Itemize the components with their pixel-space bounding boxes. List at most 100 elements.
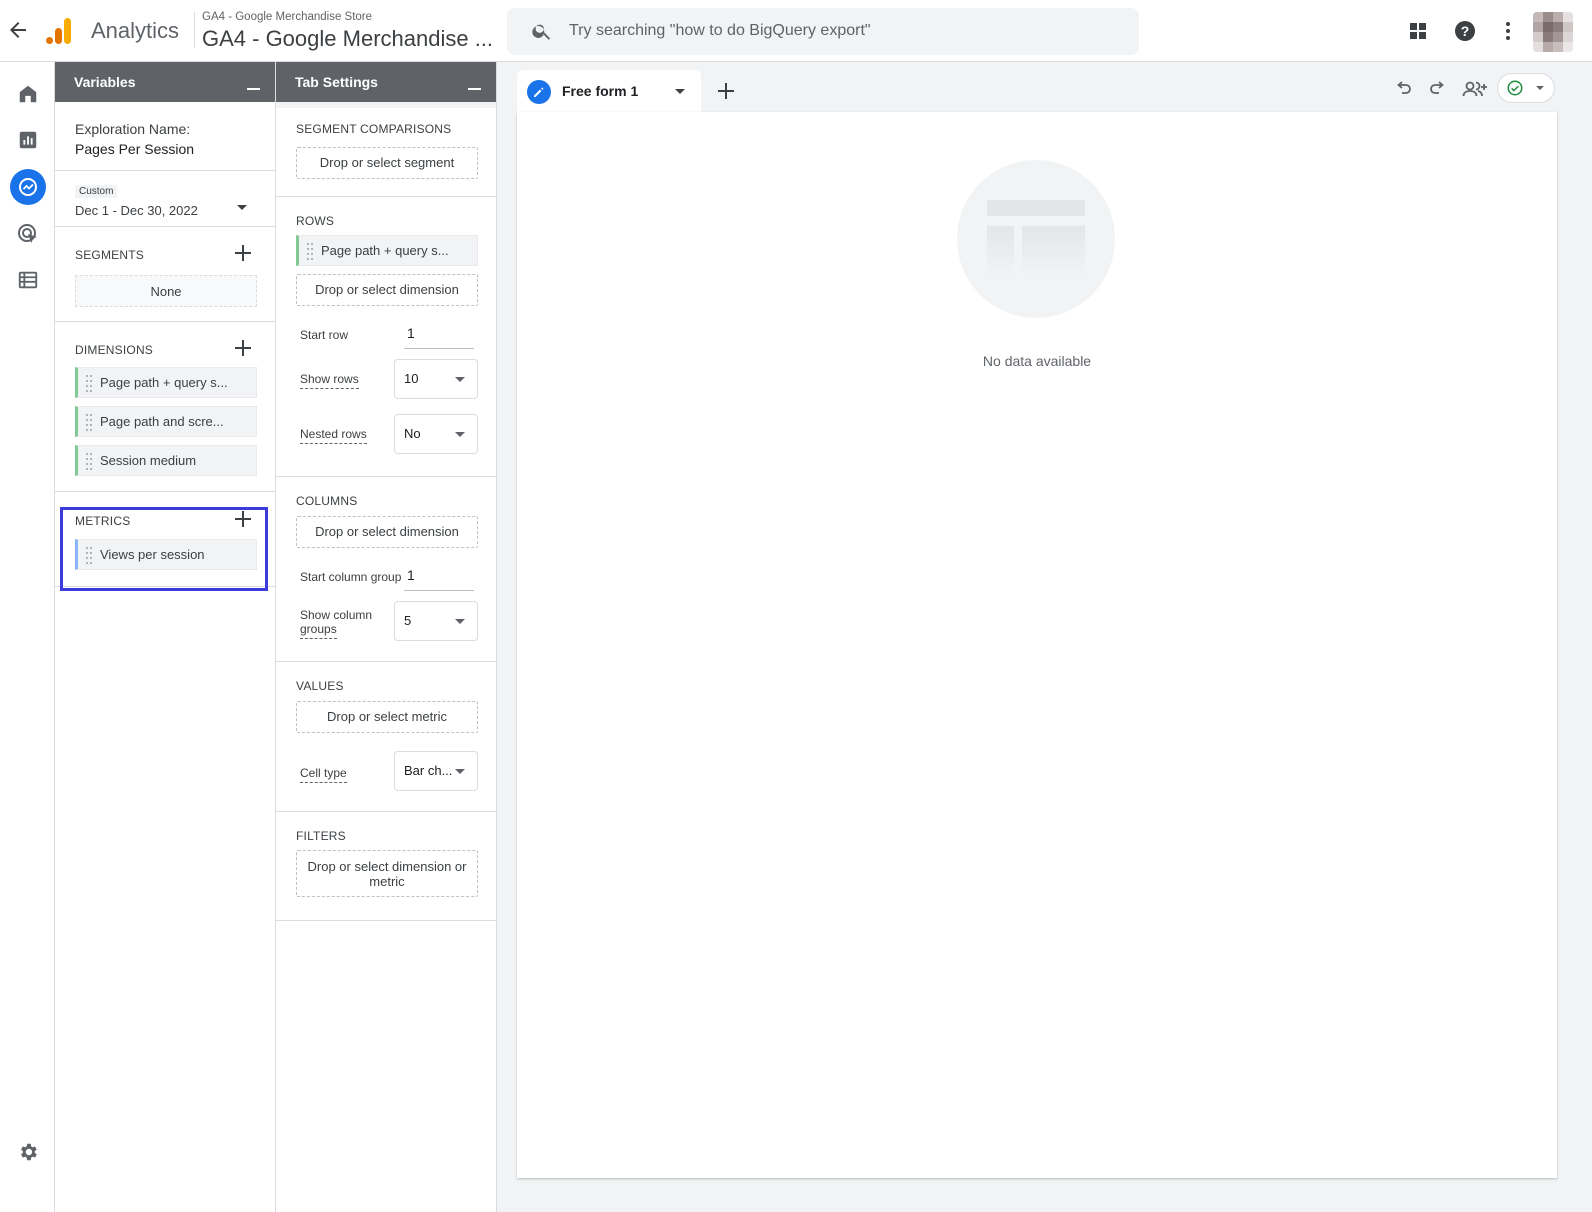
header-divider <box>194 12 195 48</box>
metrics-highlight-box <box>60 507 268 591</box>
chevron-down-icon[interactable] <box>675 89 685 94</box>
add-tab-button[interactable] <box>702 70 750 112</box>
cell-type-select[interactable]: Bar ch... <box>394 751 478 791</box>
dimension-label: Page path + query s... <box>100 375 228 390</box>
search-bar[interactable] <box>507 8 1139 55</box>
tab-settings-title: Tab Settings <box>295 74 378 90</box>
dimension-chip[interactable]: Page path + query s... <box>75 367 257 398</box>
values-label: VALUES <box>296 679 344 693</box>
dimension-label: Page path and scre... <box>100 414 224 429</box>
plus-icon <box>718 83 734 99</box>
pencil-icon <box>527 80 551 104</box>
start-row-input[interactable]: 1 <box>404 321 474 349</box>
add-segment-button[interactable] <box>235 245 251 261</box>
segment-drop-zone[interactable]: Drop or select segment <box>296 147 478 179</box>
filters-section: FILTERS Drop or select dimension or metr… <box>276 812 496 921</box>
rows-drop-zone[interactable]: Drop or select dimension <box>296 274 478 306</box>
tab-free-form-1[interactable]: Free form 1 <box>517 70 701 112</box>
back-arrow-icon[interactable] <box>6 18 30 42</box>
collapse-variables-button[interactable] <box>247 88 260 90</box>
dimension-chip[interactable]: Session medium <box>75 445 257 476</box>
rail-home[interactable] <box>10 76 46 112</box>
values-drop-zone[interactable]: Drop or select metric <box>296 701 478 733</box>
chevron-down-icon <box>1536 86 1544 90</box>
rail-advertising[interactable] <box>10 216 46 252</box>
explore-icon <box>19 178 37 196</box>
property-selector[interactable]: GA4 - Google Merchandise ... <box>202 26 502 52</box>
show-column-groups-label-line2: groups <box>300 622 337 639</box>
help-icon[interactable]: ? <box>1453 19 1477 43</box>
variables-header: Variables <box>55 62 275 102</box>
date-range-section[interactable]: Custom Dec 1 - Dec 30, 2022 <box>55 171 275 227</box>
dimension-chip[interactable]: Page path and scre... <box>75 406 257 437</box>
advertising-icon <box>18 224 37 243</box>
segments-label: SEGMENTS <box>75 248 144 262</box>
rail-explore[interactable] <box>10 169 46 205</box>
no-data-message: No data available <box>982 353 1092 369</box>
drag-handle-icon[interactable] <box>86 414 92 431</box>
svg-text:?: ? <box>1461 23 1470 39</box>
drag-handle-icon[interactable] <box>86 375 92 392</box>
search-input[interactable] <box>569 16 1119 46</box>
top-bar: Analytics GA4 - Google Merchandise Store… <box>0 0 1592 62</box>
rows-section: ROWS Page path + query s... Drop or sele… <box>276 197 496 477</box>
nested-rows-select[interactable]: No <box>394 414 478 454</box>
nested-rows-value: No <box>404 426 421 441</box>
variables-title: Variables <box>74 74 136 90</box>
filters-drop-zone[interactable]: Drop or select dimension or metric <box>296 850 478 897</box>
nested-rows-label: Nested rows <box>300 427 367 444</box>
chevron-down-icon <box>455 432 465 437</box>
empty-state-illustration <box>957 160 1115 318</box>
reports-icon <box>19 131 37 149</box>
rail-configure[interactable] <box>10 262 46 298</box>
segments-section: SEGMENTS None <box>55 227 275 322</box>
analytics-logo[interactable] <box>44 16 74 46</box>
rows-label: ROWS <box>296 214 335 228</box>
values-section: VALUES Drop or select metric Cell type B… <box>276 662 496 812</box>
exploration-name-label: Exploration Name: <box>75 121 191 137</box>
show-rows-value: 10 <box>404 371 419 386</box>
row-dimension-chip[interactable]: Page path + query s... <box>296 235 478 266</box>
show-rows-select[interactable]: 10 <box>394 359 478 399</box>
chevron-down-icon <box>455 769 465 774</box>
drag-handle-icon[interactable] <box>307 243 313 260</box>
show-column-groups-value: 5 <box>404 613 412 628</box>
check-circle-icon <box>1507 80 1523 96</box>
configure-icon <box>18 271 38 289</box>
segments-none: None <box>75 275 257 307</box>
exploration-name-section: Exploration Name: Pages Per Session <box>55 102 275 171</box>
left-nav-rail <box>0 62 55 1212</box>
home-icon <box>19 85 37 103</box>
share-people-icon[interactable] <box>1461 77 1489 101</box>
apps-grid-icon[interactable] <box>1406 19 1430 43</box>
undo-icon[interactable] <box>1391 77 1415 101</box>
date-range: Dec 1 - Dec 30, 2022 <box>75 203 198 218</box>
start-column-group-input[interactable]: 1 <box>404 563 474 591</box>
collapse-tab-settings-button[interactable] <box>468 88 481 90</box>
canvas-area: No data available <box>517 112 1557 1178</box>
show-column-groups-label-line1: Show column <box>300 608 373 622</box>
dimension-label: Session medium <box>100 453 197 468</box>
columns-drop-zone[interactable]: Drop or select dimension <box>296 516 478 548</box>
dimensions-section: DIMENSIONS Page path + query s... Page p… <box>55 322 275 492</box>
columns-section: COLUMNS Drop or select dimension Start c… <box>276 477 496 662</box>
add-dimension-button[interactable] <box>235 340 251 356</box>
show-column-groups-select[interactable]: 5 <box>394 601 478 641</box>
redo-icon[interactable] <box>1426 77 1450 101</box>
rail-reports[interactable] <box>10 122 46 158</box>
filters-label: FILTERS <box>296 829 346 843</box>
cell-type-label: Cell type <box>300 766 347 783</box>
filters-drop-text-line2: metric <box>369 874 405 889</box>
rail-settings[interactable] <box>10 1134 46 1170</box>
account-name[interactable]: GA4 - Google Merchandise Store <box>202 11 372 23</box>
save-status-button[interactable] <box>1497 73 1555 103</box>
drag-handle-icon[interactable] <box>86 453 92 470</box>
more-vert-icon[interactable] <box>1496 19 1520 43</box>
segment-comparisons-label: SEGMENT COMPARISONS <box>296 122 452 136</box>
date-tag: Custom <box>75 185 118 198</box>
avatar[interactable] <box>1533 12 1573 52</box>
tab-settings-header: Tab Settings <box>276 62 496 102</box>
exploration-name-value[interactable]: Pages Per Session <box>75 141 194 157</box>
chevron-down-icon[interactable] <box>237 205 247 210</box>
tab-settings-panel: Tab Settings SEGMENT COMPARISONS Drop or… <box>276 62 497 1212</box>
